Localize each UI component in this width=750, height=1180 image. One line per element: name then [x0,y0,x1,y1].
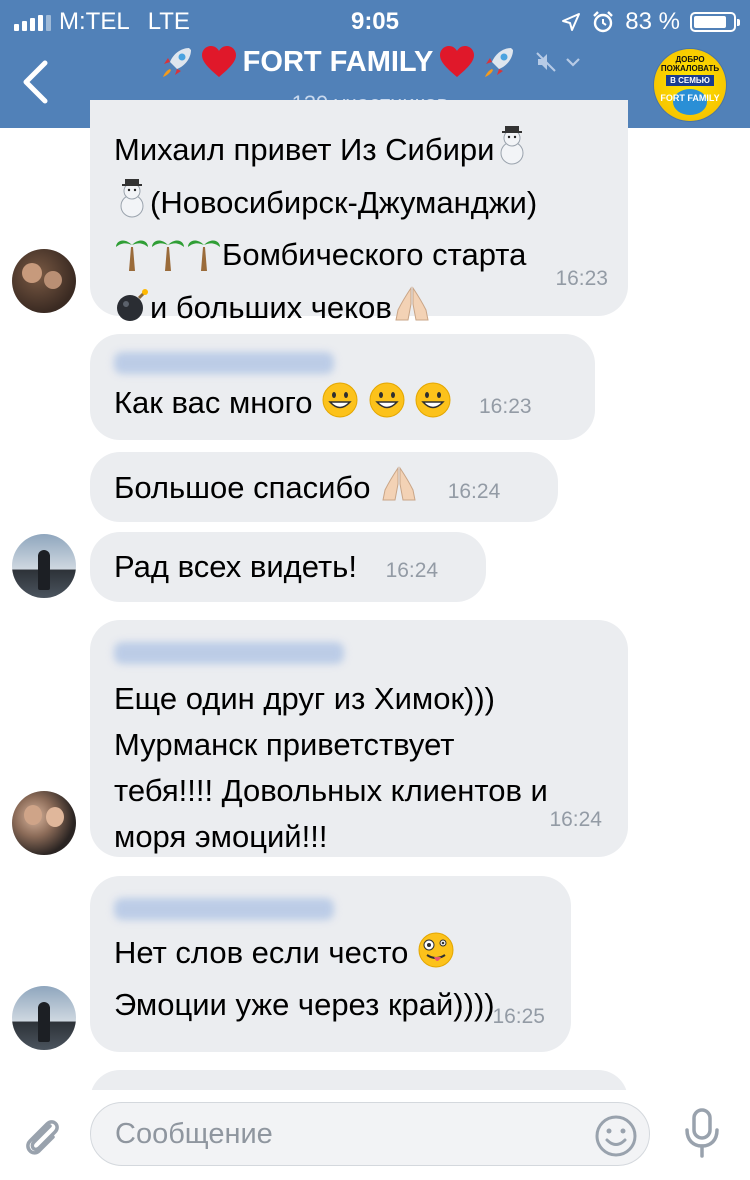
message-time: 16:25 [492,1005,545,1028]
group-avatar-welcome: ДОБРО ПОЖАЛОВАТЬ [660,55,720,73]
folded-hands-icon [392,284,432,337]
back-button[interactable] [20,60,60,110]
paperclip-icon [26,1120,59,1155]
message-time: 16:24 [447,480,501,503]
alarm-clock-icon [593,11,614,33]
message-time: 16:24 [549,808,602,831]
message-bubble[interactable]: Еще один друг из Химок))) Мурманск приве… [90,620,628,857]
attach-button[interactable] [20,1112,64,1165]
palm-tree-icon [114,233,150,284]
mute-icon [536,52,557,72]
grinning-face-icon [414,381,452,432]
message-text: Михаил привет Из Сибири (Новосибирск-Джу… [114,126,608,337]
group-avatar-band: В СЕМЬЮ [666,75,714,86]
message-bubble[interactable]: Нет слов если често Эмоции уже через кра… [90,876,571,1052]
rocket-icon [162,48,191,77]
message-text: Как вас много 16:23 [114,380,571,432]
chevron-down-icon [566,58,581,67]
voice-message-button[interactable] [684,1108,720,1165]
snowman-icon [114,179,150,232]
mute-toggle[interactable] [535,51,581,73]
message-text: Рад всех видеть! 16:24 [114,549,439,584]
sender-avatar[interactable] [12,534,76,598]
microphone-icon [685,1108,719,1158]
sender-name[interactable] [114,898,334,920]
folded-hands-icon [379,464,419,517]
sender-avatar[interactable] [12,791,76,855]
message-time: 16:23 [555,267,608,290]
message-time: 16:24 [385,559,439,582]
red-heart-icon [201,46,236,77]
message-bubble[interactable]: Михаил привет Из Сибири (Новосибирск-Джу… [90,100,628,325]
message-composer [0,1090,750,1180]
message-bubble[interactable]: Как вас много 16:23 [90,334,595,440]
sender-avatar[interactable] [12,986,76,1050]
battery-icon [690,12,740,32]
sender-name[interactable] [114,642,344,664]
emoji-button[interactable] [594,1114,638,1163]
sender-avatar[interactable] [12,249,76,313]
message-input[interactable] [90,1102,650,1166]
battery-label: 83 % [625,8,680,35]
snowman-icon [494,126,530,179]
group-avatar[interactable]: ДОБРО ПОЖАЛОВАТЬ В СЕМЬЮ FORT FAMILY [654,49,726,121]
message-text: Нет слов если често Эмоции уже через кра… [114,930,547,1028]
chevron-left-icon [23,60,48,104]
grinning-face-icon [368,381,406,432]
group-avatar-logo: FORT FAMILY [660,93,720,103]
message-bubble[interactable]: Рад всех видеть! 16:24 [90,532,486,602]
bomb-icon [114,288,150,337]
palm-tree-icon [186,233,222,284]
sender-name[interactable] [114,352,334,374]
status-right: 83 % [561,8,740,36]
rocket-icon [485,48,514,77]
smile-icon [595,1115,637,1157]
grinning-face-icon [321,381,359,432]
message-bubble[interactable]: Большое спасибо 16:24 [90,452,558,522]
status-bar: M:TEL LTE 9:05 83 % [0,0,750,40]
zany-face-icon [417,931,455,982]
message-text: Еще один друг из Химок))) Мурманск приве… [114,681,548,854]
message-time: 16:23 [479,395,532,418]
chat-title: FORT FAMILY [159,44,582,80]
message-text: Большое спасибо 16:24 [114,464,534,517]
location-arrow-icon [562,13,581,31]
palm-tree-icon [150,233,186,284]
red-heart-icon [440,46,475,77]
chat-title-text: FORT FAMILY [242,45,434,78]
